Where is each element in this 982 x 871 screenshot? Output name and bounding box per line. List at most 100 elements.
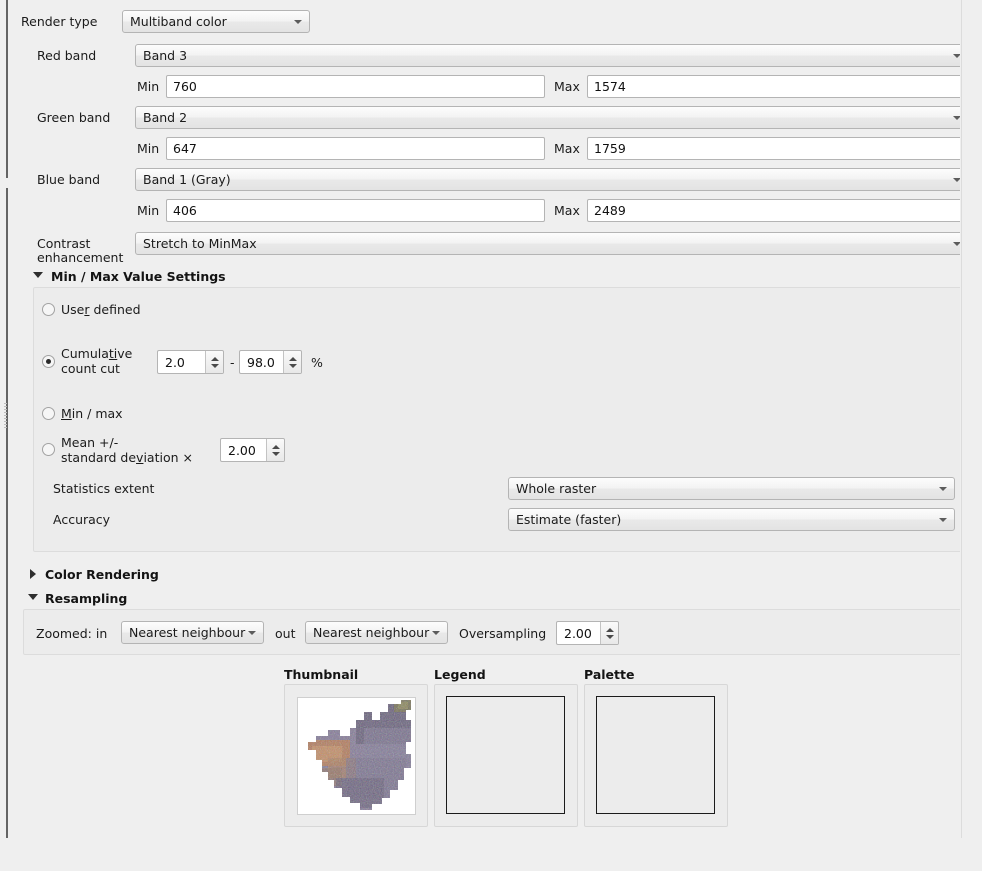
splitter-bar-top [6, 0, 8, 178]
cumulative-dash: - [230, 355, 235, 370]
user-defined-label[interactable]: User defined [61, 303, 141, 317]
red-min-label: Min [137, 79, 160, 94]
color-rendering-group-title[interactable]: Color Rendering [45, 567, 159, 582]
blue-band-value: Band 1 (Gray) [143, 172, 231, 187]
statistics-extent-value: Whole raster [516, 481, 597, 496]
cumulative-to-value: 98.0 [247, 354, 275, 370]
cumulative-from-spinbox[interactable]: 2.0 [157, 350, 224, 374]
minmax-collapse-triangle-icon[interactable] [33, 272, 43, 278]
cumulative-from-value: 2.0 [165, 354, 185, 370]
chevron-down-icon [939, 486, 947, 491]
red-max-label: Max [554, 79, 580, 94]
splitter-grip[interactable] [4, 403, 7, 429]
oversampling-spinbox[interactable]: 2.00 [556, 621, 619, 645]
render-type-value: Multiband color [130, 14, 227, 29]
legend-label: Legend [434, 667, 486, 682]
red-max-input[interactable]: 1574 [587, 75, 969, 98]
spin-up-icon [288, 356, 297, 361]
green-min-label: Min [137, 141, 160, 156]
blue-min-value: 406 [173, 203, 197, 218]
blue-min-label: Min [137, 203, 160, 218]
raster-layer-properties-dialog: Render type Multiband color Red band Ban… [0, 0, 982, 871]
red-max-value: 1574 [594, 79, 626, 94]
blue-band-combo[interactable]: Band 1 (Gray) [135, 168, 969, 191]
spin-down-icon [271, 451, 280, 456]
contrast-enhancement-combo[interactable]: Stretch to MinMax [135, 232, 969, 255]
thumbnail-image [297, 697, 416, 815]
blue-min-input[interactable]: 406 [166, 199, 545, 222]
green-max-label: Max [554, 141, 580, 156]
spinner-buttons[interactable] [600, 622, 618, 644]
zoom-in-resampling-combo[interactable]: Nearest neighbour [121, 621, 264, 644]
green-band-combo[interactable]: Band 2 [135, 106, 969, 129]
statistics-extent-combo[interactable]: Whole raster [508, 477, 955, 500]
red-band-label: Red band [37, 48, 97, 63]
red-band-combo[interactable]: Band 3 [135, 44, 969, 67]
mean-std-dev-value: 2.00 [228, 442, 256, 458]
chevron-down-icon [432, 630, 440, 635]
resampling-collapse-triangle-icon[interactable] [28, 594, 38, 600]
contrast-enhancement-label-line2: enhancement [37, 250, 124, 265]
zoomed-out-label: out [275, 626, 296, 641]
panel-splitter[interactable] [0, 0, 11, 838]
blue-max-value: 2489 [594, 203, 626, 218]
radio-cumulative-count-cut[interactable] [42, 355, 55, 368]
color-rendering-collapse-triangle-icon[interactable] [30, 569, 36, 579]
cumulative-count-cut-label-line2[interactable]: count cut [61, 362, 120, 376]
legend-frame [434, 684, 578, 827]
spin-down-icon [605, 634, 614, 639]
blue-max-label: Max [554, 203, 580, 218]
mean-std-dev-spinbox[interactable]: 2.00 [220, 438, 285, 462]
accuracy-value: Estimate (faster) [516, 512, 622, 527]
zoomed-in-label: Zoomed: in [36, 626, 108, 641]
palette-preview [596, 696, 715, 814]
radio-min-max[interactable] [42, 407, 55, 420]
green-band-value: Band 2 [143, 110, 188, 125]
green-max-input[interactable]: 1759 [587, 137, 969, 160]
spin-up-icon [605, 627, 614, 632]
palette-frame [584, 684, 728, 827]
contrast-enhancement-value: Stretch to MinMax [143, 236, 257, 251]
legend-preview [446, 696, 565, 814]
scrollbar-track[interactable] [961, 0, 970, 838]
spinner-buttons[interactable] [205, 351, 223, 373]
vertical-scrollbar[interactable] [960, 0, 971, 838]
contrast-enhancement-label-line1: Contrast [37, 236, 91, 251]
splitter-bar-bottom [6, 188, 8, 838]
oversampling-label: Oversampling [459, 626, 547, 641]
zoom-out-resampling-combo[interactable]: Nearest neighbour [305, 621, 448, 644]
resampling-group-title[interactable]: Resampling [45, 591, 127, 606]
dialog-button-bar: Help Style Apply Cancel OK [0, 838, 982, 871]
green-band-label: Green band [37, 110, 111, 125]
red-min-input[interactable]: 760 [166, 75, 545, 98]
green-min-input[interactable]: 647 [166, 137, 545, 160]
minmax-group-title[interactable]: Min / Max Value Settings [51, 269, 226, 284]
mean-std-dev-label-line2[interactable]: standard deviation × [61, 451, 193, 465]
cumulative-count-cut-label-line1[interactable]: Cumulative [61, 347, 132, 361]
raster-preview-svg [298, 698, 415, 814]
accuracy-combo[interactable]: Estimate (faster) [508, 508, 955, 531]
min-max-label[interactable]: Min / max [61, 407, 123, 421]
render-type-label: Render type [21, 14, 98, 29]
chevron-down-icon [248, 630, 256, 635]
palette-label: Palette [584, 667, 635, 682]
oversampling-value: 2.00 [564, 625, 592, 641]
symbology-scroll-pane: Render type Multiband color Red band Ban… [11, 0, 971, 838]
spinner-buttons[interactable] [266, 439, 284, 461]
red-min-value: 760 [173, 79, 197, 94]
cumulative-percent-label: % [311, 355, 323, 370]
radio-mean-std-dev[interactable] [42, 443, 55, 456]
render-type-combo[interactable]: Multiband color [122, 10, 310, 33]
thumbnail-frame [284, 684, 428, 827]
radio-user-defined[interactable] [42, 303, 55, 316]
blue-max-input[interactable]: 2489 [587, 199, 969, 222]
chevron-down-icon [294, 19, 302, 24]
spin-up-icon [210, 356, 219, 361]
chevron-down-icon [939, 517, 947, 522]
mean-std-dev-label-line1[interactable]: Mean +/- [61, 436, 118, 450]
cumulative-to-spinbox[interactable]: 98.0 [239, 350, 302, 374]
zoom-out-resampling-value: Nearest neighbour [313, 625, 430, 640]
spinner-buttons[interactable] [283, 351, 301, 373]
accuracy-label: Accuracy [53, 512, 111, 527]
statistics-extent-label: Statistics extent [53, 481, 155, 496]
